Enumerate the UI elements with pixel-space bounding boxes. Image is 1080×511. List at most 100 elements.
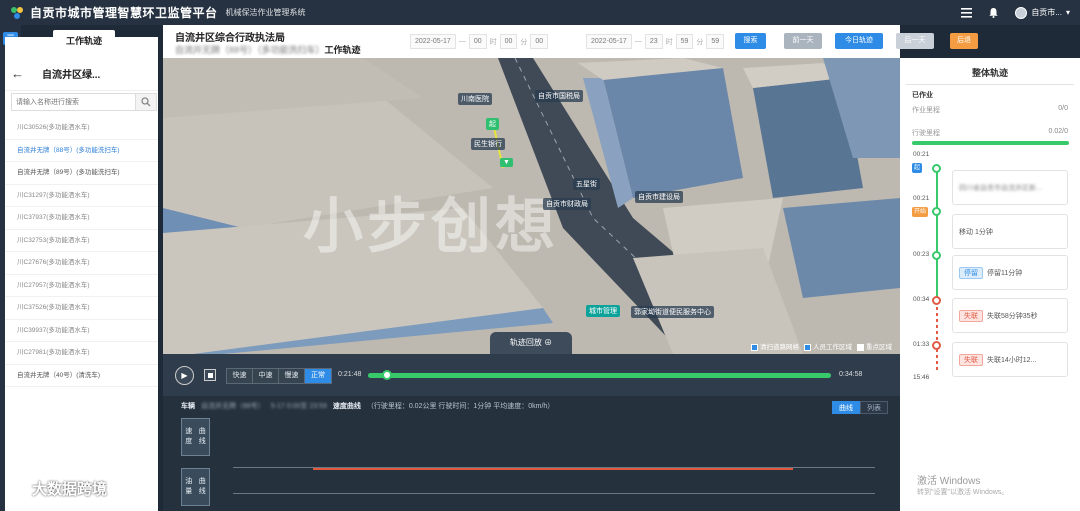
timeline-card[interactable]: 移动 1分钟	[952, 214, 1068, 249]
car-name: 自流井无牌（88号）	[201, 403, 265, 410]
end-date-field[interactable]: 2022-05-17	[586, 34, 632, 49]
user-name: 自贡市...	[1031, 8, 1062, 17]
legend-sanitation[interactable]: 清扫道路网格	[751, 341, 799, 351]
legend-staff-area[interactable]: 人员工作区域	[804, 341, 852, 351]
vehicle-list-item[interactable]: 川C27676(多功能洒水车)	[5, 252, 158, 275]
vehicle-list-item[interactable]: 川C39937(多功能洒水车)	[5, 320, 158, 342]
mileage-progress	[912, 141, 1069, 145]
vehicle-list-item[interactable]: 自流井无牌（89号）(多功能洗扫车)	[5, 162, 158, 185]
time-end: 0:34:58	[839, 371, 863, 378]
timeline-node[interactable]	[932, 164, 941, 173]
timeline-card[interactable]: 停留 停留11分钟	[952, 255, 1068, 290]
end-hour-field[interactable]: 23	[644, 34, 663, 49]
watermark-text: 小步创想	[303, 192, 559, 262]
time-label: 15:46	[913, 374, 930, 381]
track-header: 自流井区综合行政执法局 自流井无牌（88号）（多功能洗扫车）工作轨迹 2022-…	[163, 25, 900, 58]
start-datetime[interactable]: 2022-05-17 — 00 时 00 分 00	[410, 34, 549, 49]
curve-panel: 车辆 自流井无牌（88号） 5-17 0:00至 23:59 速度曲线 （行驶里…	[163, 396, 900, 511]
3d-map[interactable]: 小步创想 川南医院 自贡市国税局 起 民生银行 ▼ 自贡市财政局 自贡市建设局 …	[163, 58, 900, 354]
vehicle-list-item[interactable]: 川C27981(多功能洒水车)	[5, 342, 158, 365]
timeline-node[interactable]	[932, 207, 941, 216]
vehicle-list-item[interactable]: 自流井无牌（88号）(多功能洗扫车)	[5, 140, 158, 162]
start-date-field[interactable]: 2022-05-17	[410, 34, 456, 49]
play-icon: ▶	[181, 371, 188, 380]
tab-list[interactable]: 列表	[860, 401, 888, 414]
stop-button[interactable]	[204, 369, 216, 381]
back-arrow-icon[interactable]: ←	[11, 66, 24, 81]
playback-bar: ▶ 快速 中速 慢速 正常 0:21:48 0:34:58	[163, 354, 900, 396]
lost-pill: 失联	[959, 309, 983, 322]
menu-icon[interactable]	[961, 7, 973, 18]
timeline-node[interactable]	[932, 341, 941, 350]
user-menu[interactable]: 自贡市... ▾	[1015, 6, 1070, 19]
panel-title: 自流井区绿...	[42, 70, 101, 81]
map-label-finance: 自贡市财政局	[543, 198, 591, 210]
track-replay-tab[interactable]: 轨迹回放 ⊕	[490, 332, 572, 354]
search-button[interactable]	[135, 93, 157, 111]
time-start: 0:21:48	[338, 371, 362, 378]
prev-day-button[interactable]: 前一天	[784, 33, 822, 49]
begin-tag: 开始	[912, 207, 929, 217]
org-name: 自流井区综合行政执法局	[175, 33, 285, 44]
vehicle-start-marker[interactable]: 起	[486, 118, 499, 130]
map-legend: 清扫道路网格 人员工作区域 重点区域	[751, 341, 892, 351]
play-button[interactable]: ▶	[175, 366, 194, 385]
map-label-service-center: 郭家坳街道便民服务中心	[631, 306, 714, 318]
speed-option[interactable]: 快速	[227, 369, 253, 383]
chevron-down-icon: ▾	[1065, 8, 1070, 17]
wechat-icon	[10, 481, 28, 495]
windows-activation: 激活 Windows	[917, 476, 981, 487]
timeline-card[interactable]: 四川省自贡市自流井区新...	[952, 170, 1068, 205]
timeline-card[interactable]: 失联 失联58分钟35秒	[952, 298, 1068, 333]
top-bar: 自贡市城市管理智慧环卫监管平台 机械保洁作业管理系统 自贡市... ▾	[0, 0, 1080, 25]
tab-work-track[interactable]: 工作轨迹	[53, 30, 115, 52]
start-minute-field[interactable]: 00	[499, 34, 518, 49]
end-datetime[interactable]: 2022-05-17 — 23 时 59 分 59	[586, 34, 725, 49]
vehicle-position-marker[interactable]: ▼	[500, 158, 513, 167]
speed-option[interactable]: 慢速	[279, 369, 305, 383]
bell-icon[interactable]	[988, 7, 999, 18]
map-label-construction: 自贡市建设局	[635, 191, 683, 203]
next-day-button[interactable]: 后一天	[896, 33, 934, 49]
legend-key-area[interactable]: 重点区域	[857, 341, 892, 351]
time-label: 00:21	[913, 151, 930, 158]
vehicle-list-item[interactable]: 川C30526(多功能洒水车)	[5, 117, 158, 140]
drive-mileage-row: 行驶里程 0.02/0	[912, 128, 1068, 137]
stop-icon	[207, 372, 213, 378]
speed-curve-line	[313, 468, 793, 470]
today-track-button[interactable]: 今日轨迹	[835, 33, 883, 49]
progress-track[interactable]	[368, 370, 831, 380]
vehicle-list-item[interactable]: 川C37526(多功能洒水车)	[5, 297, 158, 320]
start-hour-field[interactable]: 00	[468, 34, 487, 49]
chart-baseline-2	[233, 493, 875, 494]
progress-handle[interactable]	[381, 370, 392, 380]
back-button[interactable]: 后退	[950, 33, 978, 49]
search-input[interactable]	[11, 93, 135, 111]
date-range: 5-17 0:00至 23:59	[270, 403, 327, 410]
vehicle-list-item[interactable]: 川C31297(多功能洒水车)	[5, 185, 158, 207]
end-minute-field[interactable]: 59	[675, 34, 694, 49]
panel-title: 整体轨迹	[971, 68, 1008, 78]
overall-track-panel: 整体轨迹 已作业 作业里程 0/0 行驶里程 0.02/0 00:21 起 00:2…	[900, 58, 1080, 511]
fuel-curve-tab[interactable]: 油量 曲线	[181, 468, 210, 506]
timeline-card[interactable]: 失联 失联14小时12...	[952, 342, 1068, 377]
speed-curve-tab[interactable]: 速度 曲线	[181, 418, 210, 456]
vehicle-list-item[interactable]: 自流井无牌（40号）(清洗车)	[5, 365, 158, 387]
vehicle-list-item[interactable]: 川C32753(多功能洒水车)	[5, 230, 158, 252]
vehicle-list: 川C30526(多功能洒水车) 自流井无牌（88号）(多功能洗扫车) 自流井无牌（8…	[5, 117, 158, 387]
vehicle-list-item[interactable]: 川C37937(多功能洒水车)	[5, 207, 158, 230]
checkbox-icon	[751, 343, 758, 351]
speed-option[interactable]: 正常	[305, 369, 331, 383]
timeline-node[interactable]	[932, 251, 941, 260]
search-track-button[interactable]: 搜索	[735, 33, 766, 49]
speed-option[interactable]: 中速	[253, 369, 279, 383]
timeline-node[interactable]	[932, 296, 941, 305]
curve-info: 车辆 自流井无牌（88号） 5-17 0:00至 23:59 速度曲线 （行驶里…	[181, 401, 554, 411]
vehicle-list-item[interactable]: 川C27957(多功能洒水车)	[5, 275, 158, 297]
tab-curve[interactable]: 曲线	[832, 401, 860, 414]
view-toggle: 曲线 列表	[832, 401, 888, 414]
end-second-field[interactable]: 59	[706, 34, 725, 49]
vehicle-name: 自流井无牌（88号）（多功能洗扫车）	[175, 45, 325, 55]
start-second-field[interactable]: 00	[530, 34, 549, 49]
checkbox-icon	[857, 343, 864, 351]
